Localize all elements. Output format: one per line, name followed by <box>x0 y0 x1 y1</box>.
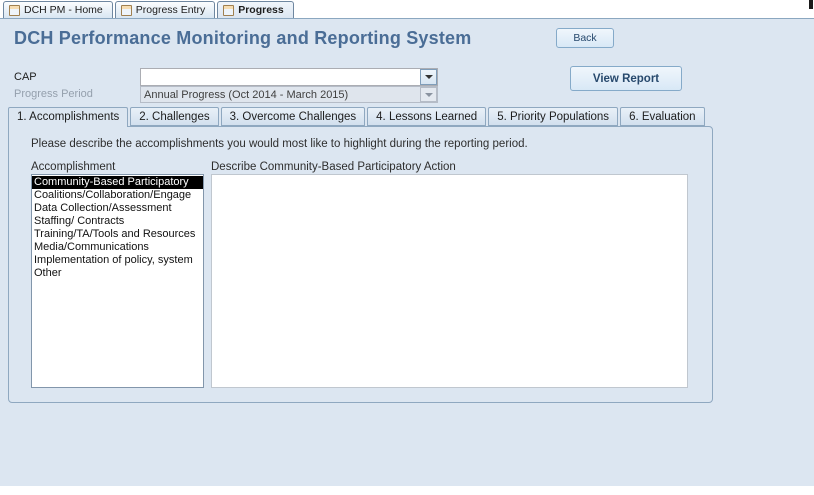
cap-combobox[interactable] <box>140 68 438 86</box>
doc-tab-label: Progress <box>238 4 284 16</box>
accomplishment-listbox[interactable]: Community-Based Participatory Coalitions… <box>31 174 204 388</box>
form-body: DCH Performance Monitoring and Reporting… <box>0 19 814 486</box>
tab-overcome-challenges[interactable]: 3. Overcome Challenges <box>221 107 366 126</box>
list-item[interactable]: Community-Based Participatory <box>32 176 203 189</box>
scrollbar-fragment <box>809 0 813 9</box>
accomplishments-panel: Please describe the accomplishments you … <box>8 126 713 403</box>
progress-period-label: Progress Period <box>14 88 93 100</box>
progress-period-value: Annual Progress (Oct 2014 - March 2015) <box>141 87 437 102</box>
tab-evaluation[interactable]: 6. Evaluation <box>620 107 705 126</box>
accomplishment-list-label: Accomplishment <box>31 161 115 173</box>
view-report-button[interactable]: View Report <box>570 66 682 91</box>
cap-value <box>141 69 437 70</box>
doc-tab-label: DCH PM - Home <box>24 4 103 16</box>
instruction-text: Please describe the accomplishments you … <box>31 138 528 150</box>
back-button[interactable]: Back <box>556 28 614 48</box>
tab-challenges[interactable]: 2. Challenges <box>130 107 218 126</box>
form-icon <box>9 5 20 16</box>
describe-textarea[interactable] <box>211 174 688 388</box>
form-icon <box>121 5 132 16</box>
progress-period-dropdown-button[interactable] <box>420 87 437 102</box>
document-tab-bar: DCH PM - Home Progress Entry Progress <box>0 1 814 19</box>
list-item[interactable]: Data Collection/Assessment <box>32 202 203 215</box>
page-title: DCH Performance Monitoring and Reporting… <box>14 28 471 49</box>
form-icon <box>223 5 234 16</box>
doc-tab-progress[interactable]: Progress <box>217 1 294 18</box>
list-item[interactable]: Coalitions/Collaboration/Engage <box>32 189 203 202</box>
tab-accomplishments[interactable]: 1. Accomplishments <box>8 107 128 127</box>
list-item[interactable]: Implementation of policy, system <box>32 254 203 267</box>
chevron-down-icon <box>425 93 433 97</box>
list-item[interactable]: Media/Communications <box>32 241 203 254</box>
describe-label: Describe Community-Based Participatory A… <box>211 161 456 173</box>
progress-period-combobox[interactable]: Annual Progress (Oct 2014 - March 2015) <box>140 86 438 103</box>
list-item[interactable]: Staffing/ Contracts <box>32 215 203 228</box>
tab-priority-populations[interactable]: 5. Priority Populations <box>488 107 618 126</box>
cap-label: CAP <box>14 71 37 83</box>
chevron-down-icon <box>425 75 433 79</box>
cap-dropdown-button[interactable] <box>420 69 437 85</box>
doc-tab-progress-entry[interactable]: Progress Entry <box>115 1 215 18</box>
tab-lessons-learned[interactable]: 4. Lessons Learned <box>367 107 486 126</box>
app-window: DCH PM - Home Progress Entry Progress DC… <box>0 0 814 495</box>
list-item[interactable]: Other <box>32 267 203 280</box>
section-tab-strip: 1. Accomplishments 2. Challenges 3. Over… <box>8 107 705 127</box>
list-item[interactable]: Training/TA/Tools and Resources <box>32 228 203 241</box>
doc-tab-label: Progress Entry <box>136 4 205 16</box>
doc-tab-dch-pm-home[interactable]: DCH PM - Home <box>3 1 113 18</box>
